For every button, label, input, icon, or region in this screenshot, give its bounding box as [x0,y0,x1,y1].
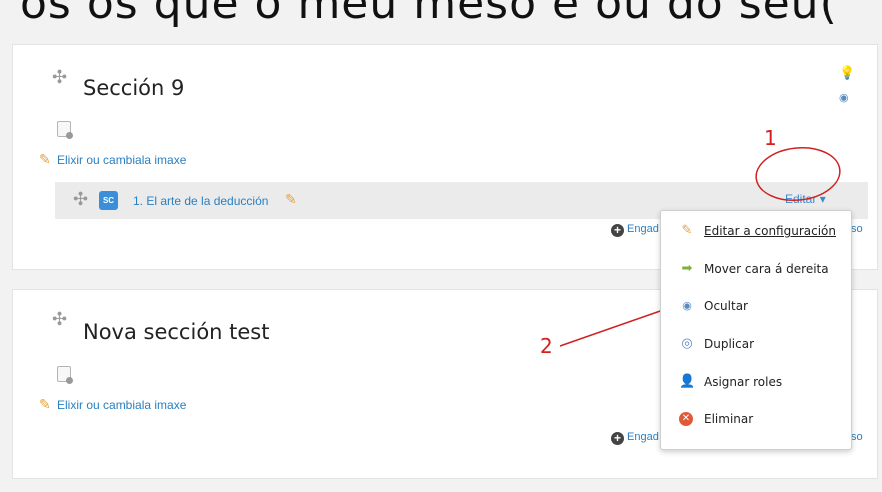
pencil-icon[interactable]: ✎ [285,191,297,208]
add-activity-suffix: so [851,223,863,235]
user-roles-icon: 👤 [679,374,696,389]
move-icon[interactable]: ✣ [52,67,67,88]
lightbulb-icon[interactable]: 💡 [839,65,855,81]
pencil-icon: ✎ [681,223,693,238]
add-activity-suffix: so [851,431,863,443]
eye-icon: ◉ [682,299,692,312]
activity-link[interactable]: 1. El arte de la deducción [133,194,268,208]
delete-icon: ✕ [679,412,693,426]
move-icon[interactable]: ✣ [73,189,88,210]
menu-item-move-right[interactable]: ➡ Mover cara á dereita [661,251,851,287]
add-activity-button[interactable]: + Engad [611,431,659,445]
menu-item-duplicate[interactable]: ◎ Duplicar [661,326,851,362]
pencil-icon: ✎ [39,396,51,412]
section-title: Sección 9 [83,76,185,100]
eye-icon[interactable]: ◉ [839,91,849,104]
scorm-icon: SC [99,191,118,210]
menu-item-delete[interactable]: ✕ Eliminar [661,401,851,437]
annotation-number-2: 2 [540,334,553,358]
menu-item-edit-settings[interactable]: ✎ Editar a configuración [661,213,851,249]
image-link[interactable]: Elixir ou cambiala imaxe [57,153,186,167]
summary-icon [57,366,73,384]
duplicate-icon: ◎ [681,336,693,351]
menu-item-hide[interactable]: ◉ Ocultar [661,288,851,324]
section-title: Nova sección test [83,320,270,344]
edit-dropdown-button[interactable]: Editar ▾ [785,192,826,206]
add-activity-button[interactable]: + Engad [611,223,659,237]
plus-icon: + [611,224,624,237]
summary-icon [57,121,73,139]
menu-item-assign-roles[interactable]: 👤 Asignar roles [661,364,851,400]
image-link[interactable]: Elixir ou cambiala imaxe [57,398,186,412]
arrow-right-icon: ➡ [681,261,693,276]
plus-icon: + [611,432,624,445]
annotation-number-1: 1 [764,126,777,150]
edit-dropdown-menu: ✎ Editar a configuración ➡ Mover cara á … [660,210,852,450]
move-icon[interactable]: ✣ [52,309,67,330]
pencil-icon: ✎ [39,151,51,167]
top-caption: os os que ó meu meso é ou do seu( [20,0,838,29]
